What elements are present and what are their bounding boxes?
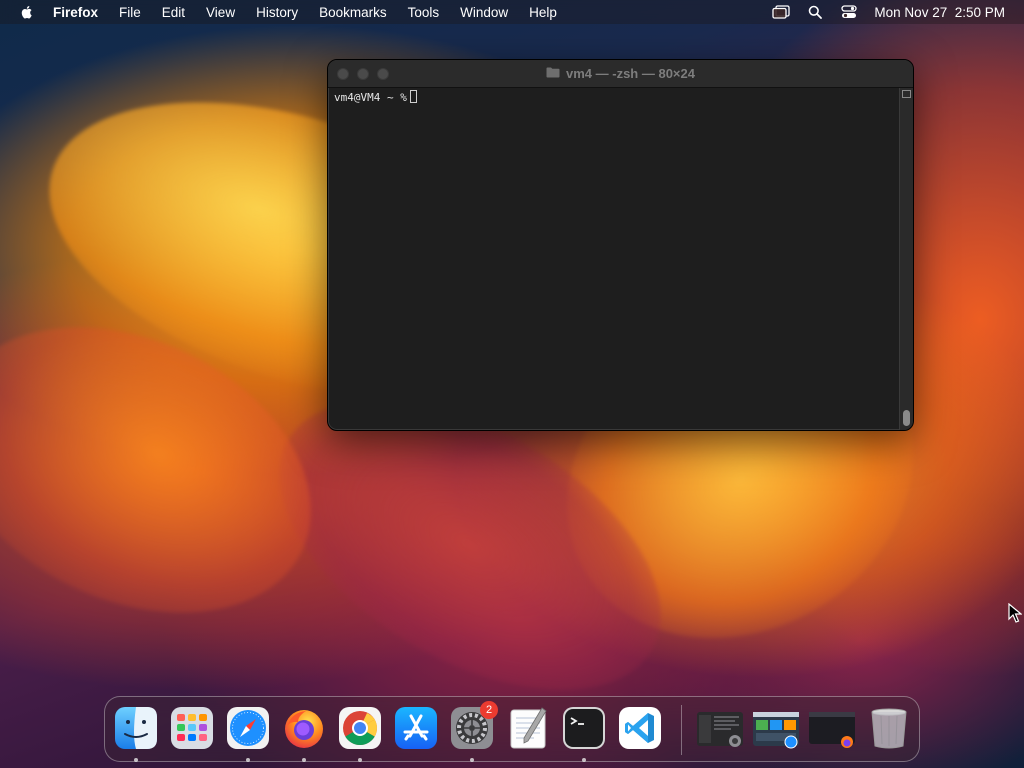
menu-history[interactable]: History — [256, 5, 298, 20]
text-cursor — [409, 90, 417, 103]
shell-prompt: vm4@VM4 ~ % — [334, 91, 407, 104]
terminal-titlebar[interactable]: vm4 — -zsh — 80×24 — [328, 60, 913, 88]
minimized-window-safari-icon[interactable] — [751, 706, 799, 750]
menu-window[interactable]: Window — [460, 5, 508, 20]
terminal-content[interactable]: vm4@VM4 ~ % — [328, 88, 899, 430]
zoom-button[interactable] — [377, 68, 389, 80]
dock: 2 — [104, 696, 920, 762]
scroll-thumb[interactable] — [903, 410, 910, 426]
firefox-icon[interactable] — [282, 706, 326, 750]
window-title-text: vm4 — -zsh — 80×24 — [566, 66, 695, 81]
minimized-window-settings-icon[interactable] — [695, 706, 743, 750]
vscode-icon[interactable] — [618, 706, 662, 750]
menu-tools[interactable]: Tools — [408, 5, 440, 20]
menu-app-name[interactable]: Firefox — [53, 5, 98, 20]
menu-edit[interactable]: Edit — [162, 5, 185, 20]
chrome-icon[interactable] — [338, 706, 382, 750]
minimize-button[interactable] — [357, 68, 369, 80]
split-pane-icon[interactable] — [902, 90, 911, 98]
running-indicator — [582, 758, 586, 762]
menu-help[interactable]: Help — [529, 5, 557, 20]
finder-icon[interactable] — [114, 706, 158, 750]
menu-file[interactable]: File — [119, 5, 141, 20]
mouse-pointer-icon — [1008, 602, 1023, 628]
menu-bookmarks[interactable]: Bookmarks — [319, 5, 387, 20]
running-indicator — [358, 758, 362, 762]
safari-icon[interactable] — [226, 706, 270, 750]
running-indicator — [134, 758, 138, 762]
vertical-scrollbar[interactable] — [899, 88, 913, 430]
folder-icon — [546, 66, 560, 81]
trash-icon[interactable] — [867, 706, 911, 750]
terminal-window[interactable]: vm4 — -zsh — 80×24 vm4@VM4 ~ % — [327, 59, 914, 431]
textedit-icon[interactable] — [506, 706, 550, 750]
window-controls — [337, 68, 397, 80]
launchpad-icon[interactable] — [170, 706, 214, 750]
running-indicator — [470, 758, 474, 762]
menu-bar: Firefox File Edit View History Bookmarks… — [0, 0, 1024, 24]
notification-badge: 2 — [480, 701, 498, 719]
running-indicator — [302, 758, 306, 762]
dock-separator — [681, 705, 682, 755]
minimized-window-firefox-icon[interactable] — [807, 706, 855, 750]
app-store-icon[interactable] — [394, 706, 438, 750]
menu-view[interactable]: View — [206, 5, 235, 20]
running-indicator — [246, 758, 250, 762]
window-title: vm4 — -zsh — 80×24 — [546, 66, 695, 81]
apple-logo-icon[interactable] — [19, 4, 35, 20]
menu-bar-clock[interactable]: Mon Nov 27 2:50 PM — [874, 5, 1005, 20]
control-center-icon[interactable] — [840, 4, 858, 20]
terminal-icon[interactable] — [562, 706, 606, 750]
spotlight-search-icon[interactable] — [806, 4, 824, 20]
close-button[interactable] — [337, 68, 349, 80]
screen-mirroring-icon[interactable] — [772, 4, 791, 20]
system-settings-icon[interactable]: 2 — [450, 701, 498, 750]
